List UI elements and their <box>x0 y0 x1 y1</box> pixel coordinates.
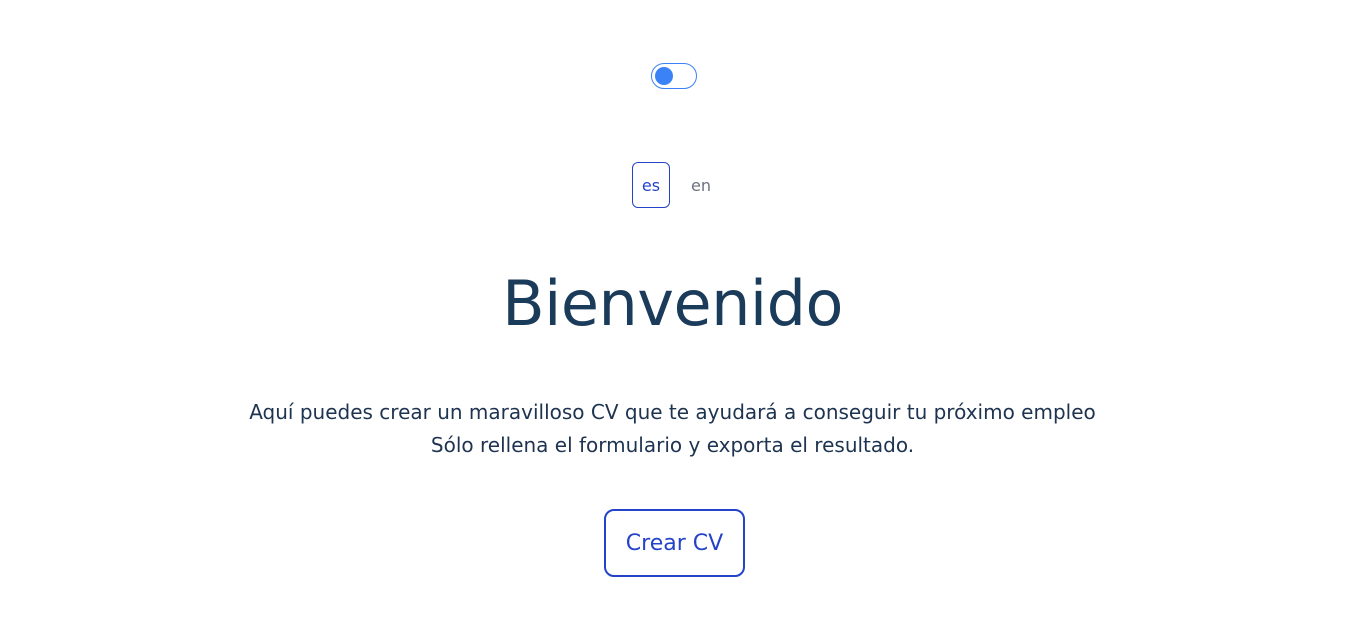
language-option-en[interactable]: en <box>683 162 719 208</box>
create-cv-button[interactable]: Crear CV <box>604 509 745 577</box>
theme-toggle-knob <box>655 67 673 85</box>
page: es en Bienvenido Aquí puedes crear un ma… <box>0 0 1345 625</box>
intro-text-line-2: Sólo rellena el formulario y exporta el … <box>430 433 915 457</box>
intro-text: Aquí puedes crear un maravilloso CV que … <box>0 396 1345 462</box>
page-title: Bienvenido <box>502 267 843 340</box>
theme-toggle[interactable] <box>651 63 697 89</box>
language-switcher: es en <box>632 162 719 208</box>
intro-text-line-1: Aquí puedes crear un maravilloso CV que … <box>249 400 1096 424</box>
language-option-es[interactable]: es <box>632 162 670 208</box>
